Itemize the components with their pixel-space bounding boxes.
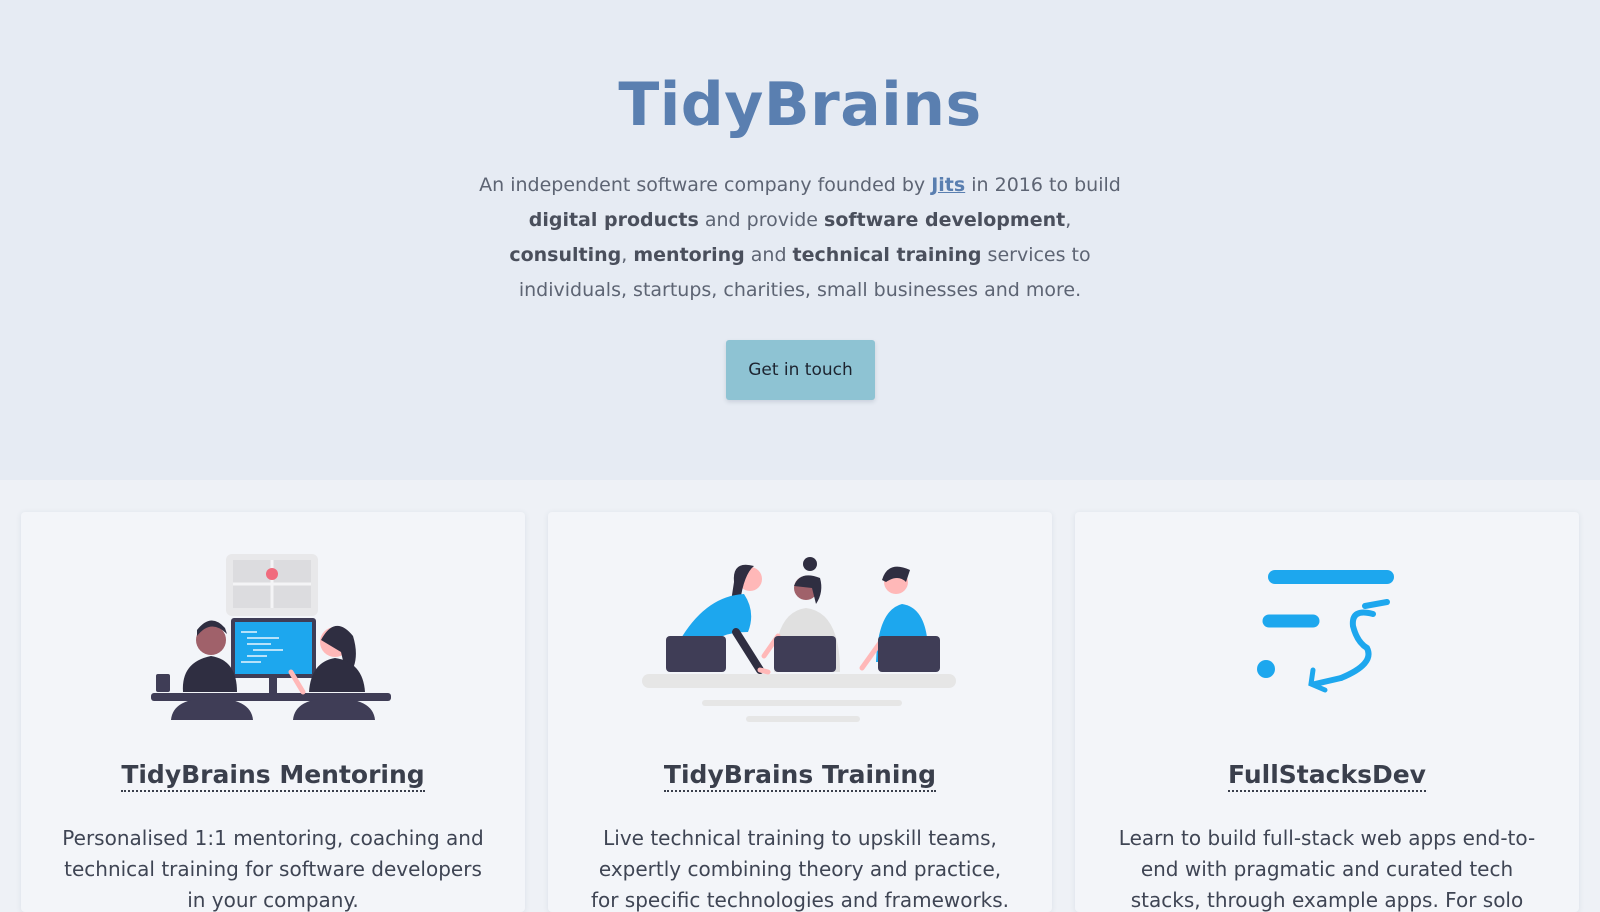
pair-programming-illustration [151,554,391,720]
intro-text: and provide [698,209,825,231]
card-title-wrap: FullStacksDev [1075,760,1579,792]
fullstacksdev-link[interactable]: FullStacksDev [1228,760,1426,792]
site-title: TidyBrains [618,70,982,140]
mentoring-link[interactable]: TidyBrains Mentoring [121,760,425,792]
fullstacksdev-card: FullStacksDev Learn to build full-stack … [1075,512,1579,912]
card-title-wrap: TidyBrains Training [548,760,1052,792]
intro-text: in 2016 to build [965,174,1121,196]
hero-intro: An independent software company founded … [470,168,1130,308]
intro-text: , [1065,209,1072,231]
intro-text: An independent software company founded … [479,174,932,196]
team-training-illustration [642,557,956,722]
intro-bold: software development [824,209,1066,231]
fullstacksdev-logo [1257,570,1394,693]
intro-bold: technical training [792,244,982,266]
mentoring-description: Personalised 1:1 mentoring, coaching and… [62,826,484,912]
training-description: Live technical training to upskill teams… [590,826,1010,912]
intro-bold: digital products [528,209,699,231]
fullstacksdev-description: Learn to build full-stack web apps end-t… [1118,826,1536,912]
intro-text: , [621,244,634,266]
intro-bold: mentoring [633,244,745,266]
card-title-wrap: TidyBrains Mentoring [21,760,525,792]
training-card: TidyBrains Training Live technical train… [548,512,1052,912]
intro-text: and [744,244,793,266]
mentoring-card: TidyBrains Mentoring Personalised 1:1 me… [21,512,525,912]
hero-section: TidyBrains An independent software compa… [0,0,1600,480]
training-link[interactable]: TidyBrains Training [663,760,937,792]
intro-bold: consulting [509,244,622,266]
get-in-touch-button[interactable]: Get in touch [726,340,875,400]
founder-link[interactable]: Jits [931,174,965,196]
